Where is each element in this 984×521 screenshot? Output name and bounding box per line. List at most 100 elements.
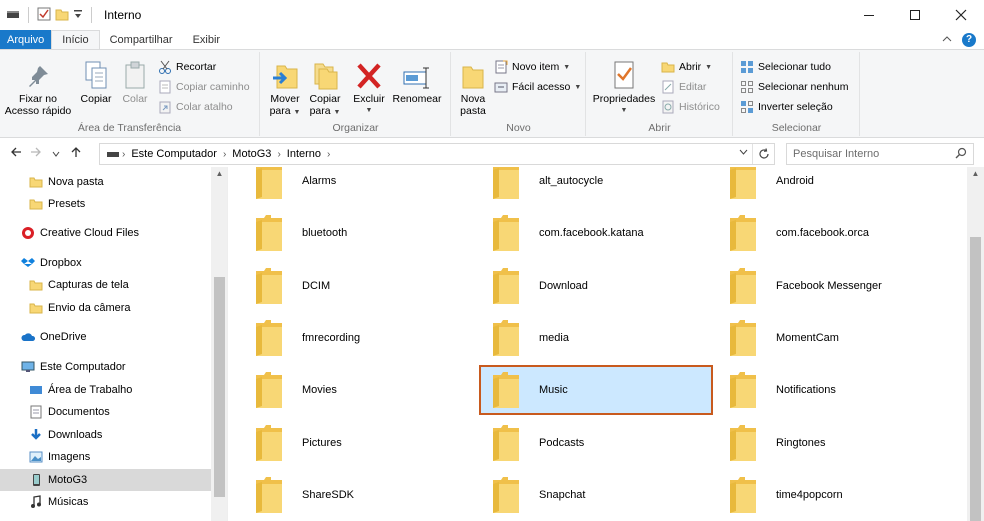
nav-item-creative-cloud-files[interactable]: Creative Cloud Files [0, 222, 212, 244]
forward-button[interactable] [26, 145, 46, 161]
nav-item-nova-pasta[interactable]: Nova pasta [0, 171, 212, 193]
invert-selection-button[interactable]: Inverter seleção [740, 98, 833, 116]
folder-item[interactable]: MomentCam [704, 315, 936, 361]
scroll-up-icon[interactable]: ▲ [211, 169, 227, 178]
properties-button[interactable]: Propriedades ▼ [589, 56, 659, 117]
folder-name: Alarms [302, 175, 337, 187]
edit-button[interactable]: Editar [661, 78, 706, 96]
move-to-button[interactable]: Mover para ▼ [265, 56, 305, 119]
folder-item[interactable]: Facebook Messenger [704, 263, 936, 309]
properties-quick-icon[interactable] [37, 7, 51, 24]
window-controls [846, 0, 984, 30]
nav-item--rea-de-trabalho[interactable]: Área de Trabalho [0, 379, 212, 401]
history-button[interactable]: Histórico [661, 98, 720, 116]
nav-item-m-sicas[interactable]: Músicas [0, 491, 212, 513]
customize-toolbar-icon[interactable] [73, 8, 83, 23]
paste-button[interactable]: Colar [116, 56, 154, 105]
folder-item[interactable]: Android [704, 167, 936, 204]
recent-locations-button[interactable] [46, 145, 66, 161]
content-scrollbar[interactable]: ▲ [967, 167, 984, 521]
nav-item-este-computador[interactable]: Este Computador [0, 356, 212, 378]
address-dropdown-icon[interactable] [739, 148, 748, 158]
folder-item[interactable]: Alarms [230, 167, 462, 204]
cut-button[interactable]: Recortar [158, 58, 216, 76]
folder-item[interactable]: Download [467, 263, 699, 309]
open-group: Propriedades ▼ Abrir ▼ Editar Histórico … [587, 52, 733, 136]
nav-item-label: Capturas de tela [48, 279, 129, 291]
content-scroll-thumb[interactable] [970, 237, 981, 521]
folder-item[interactable]: ShareSDK [230, 472, 462, 518]
folder-item[interactable]: bluetooth [230, 210, 462, 256]
paste-shortcut-button[interactable]: Colar atalho [158, 98, 233, 116]
open-button[interactable]: Abrir ▼ [661, 58, 712, 76]
select-none-button[interactable]: Selecionar nenhum [740, 78, 848, 96]
nav-item-label: Área de Trabalho [48, 384, 133, 396]
folder-name: Pictures [302, 436, 342, 449]
nav-item-imagens[interactable]: Imagens [0, 446, 212, 468]
nav-item-presets[interactable]: Presets [0, 193, 212, 215]
history-label: Histórico [679, 101, 720, 113]
delete-button[interactable]: Excluir ▼ [349, 56, 389, 117]
nav-item-dropbox[interactable]: Dropbox [0, 252, 212, 274]
folder-item[interactable]: time4popcorn [704, 472, 936, 518]
nav-item-capturas-de-tela[interactable]: Capturas de tela [0, 274, 212, 296]
new-folder-quick-icon[interactable] [55, 7, 69, 24]
rename-button[interactable]: Renomear [389, 56, 445, 105]
folder-item[interactable]: com.facebook.katana [467, 210, 699, 256]
pin-quick-access-button[interactable]: Fixar no Acesso rápido [4, 56, 72, 117]
copy-path-button[interactable]: Copiar caminho [158, 78, 250, 96]
nav-item-envio-da-c-mera[interactable]: Envio da câmera [0, 297, 212, 319]
nav-scroll-thumb[interactable] [214, 277, 225, 497]
folder-name: DCIM [302, 279, 331, 292]
folder-item[interactable]: Snapchat [467, 472, 699, 518]
folder-item[interactable]: Ringtones [704, 420, 936, 466]
easy-access-button[interactable]: Fácil acesso ▼ [494, 78, 581, 96]
scroll-up-icon[interactable]: ▲ [967, 169, 984, 178]
downloads-icon [28, 427, 44, 443]
folder-item[interactable]: Pictures [230, 420, 462, 466]
folder-icon [728, 476, 758, 514]
address-bar[interactable]: › Este Computador › MotoG3 › Interno › [99, 143, 775, 165]
chevron-right-icon: › [277, 148, 281, 160]
back-button[interactable] [6, 145, 26, 161]
nav-scrollbar[interactable]: ▲ [211, 167, 227, 521]
select-none-label: Selecionar nenhum [758, 81, 849, 93]
select-all-button[interactable]: Selecionar tudo [740, 58, 831, 76]
nav-item-downloads[interactable]: Downloads [0, 424, 212, 446]
new-item-button[interactable]: Novo item ▼ [494, 58, 570, 76]
folder-item[interactable]: Music [479, 365, 713, 416]
maximize-button[interactable] [892, 0, 938, 30]
folder-item[interactable]: Notifications [704, 367, 936, 413]
tab-view[interactable]: Exibir [183, 30, 231, 49]
search-input[interactable]: Pesquisar Interno [786, 143, 974, 165]
collapse-ribbon-icon[interactable] [942, 34, 952, 46]
folder-item[interactable]: com.facebook.orca [704, 210, 936, 256]
help-icon[interactable]: ? [962, 32, 976, 47]
folder-item[interactable]: Podcasts [467, 420, 699, 466]
tab-share[interactable]: Compartilhar [100, 30, 183, 49]
folder-item[interactable]: alt_autocycle [467, 167, 699, 204]
breadcrumb-this-pc[interactable]: Este Computador [131, 148, 217, 160]
minimize-button[interactable] [846, 0, 892, 30]
folder-item[interactable]: Movies [230, 367, 462, 413]
folder-item[interactable]: fmrecording [230, 315, 462, 361]
rename-icon [403, 67, 429, 89]
copy-button[interactable]: Copiar [76, 56, 116, 105]
tab-home[interactable]: Início [51, 30, 100, 49]
nav-item-onedrive[interactable]: OneDrive [0, 326, 212, 348]
up-button[interactable] [66, 145, 86, 161]
new-folder-button[interactable]: Nova pasta [454, 56, 492, 117]
breadcrumb-interno[interactable]: Interno [287, 148, 321, 160]
folder-item[interactable]: DCIM [230, 263, 462, 309]
folder-item[interactable]: media [467, 315, 699, 361]
select-all-label: Selecionar tudo [758, 61, 831, 73]
breadcrumb-motog3[interactable]: MotoG3 [232, 148, 271, 160]
window-menu-icon[interactable] [6, 8, 20, 23]
refresh-button[interactable] [752, 144, 774, 164]
file-list: Alarms alt_autocycle Android bluetooth com.f… [228, 167, 967, 521]
copy-to-button[interactable]: Copiar para ▼ [305, 56, 345, 119]
nav-item-documentos[interactable]: Documentos [0, 401, 212, 423]
nav-item-motog3[interactable]: MotoG3 [0, 469, 212, 491]
tab-file[interactable]: Arquivo [0, 30, 52, 49]
close-button[interactable] [938, 0, 984, 30]
